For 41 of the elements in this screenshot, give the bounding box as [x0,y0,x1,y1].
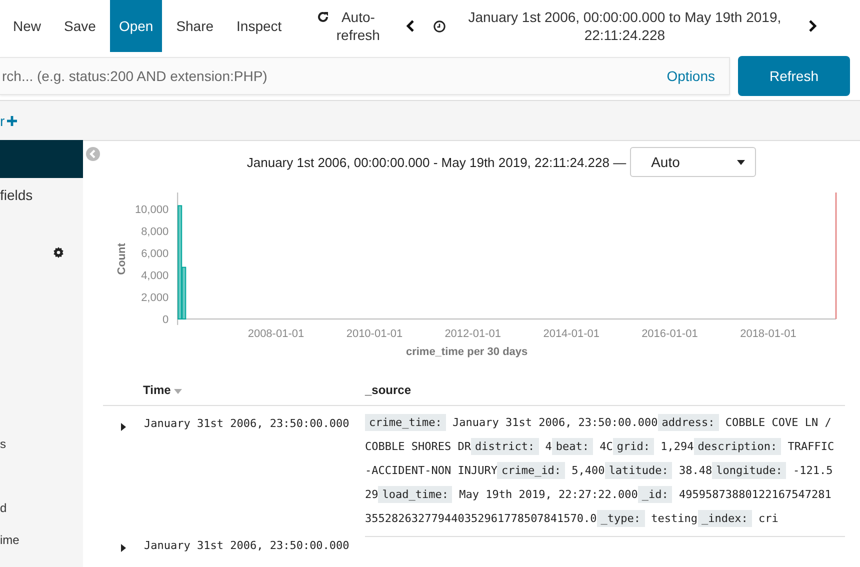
x-axis-title: crime_time per 30 days [406,346,528,358]
date-range-text: January 1st 2006, 00:00:00.000 - May 19th 2019, 22:11:24.228 — [246,154,626,170]
table-cell: crime_time: January 31st 2006, 23:50:00.000 address: COBBLE COVE LN / COBBLE SHORES DR district: 4 beat: 4C grid: 1,294 description: TRAFFIC-ACCIDENT-NON INJURY crime_id: 5,400 latitude: 38.48 longitude: -121.529 load_time: May 19th 2019, 22:27:22.000 _id: 49595873880122167547281355282632779440352961778507841570.0 _type: testing _index: cri [365,406,845,536]
y-tick-label: 10,000 [134,204,169,216]
table-cell: January 31st 2006, 23:50:00.000 [143,406,365,536]
refresh-button[interactable]: Refresh [738,56,850,96]
y-tick-label: 0 [162,314,169,326]
add-filter-link[interactable]: r [0,112,5,128]
x-tick-label: 2016-01-01 [642,328,698,340]
field-name[interactable]: s [0,437,83,451]
y-tick-label: 2,000 [141,292,169,304]
refresh-icon [316,11,329,23]
search-field[interactable]: rch... (e.g. status:200 AND extension:PHP) Options [0,57,730,95]
time-range-button[interactable]: January 1st 2006, 00:00:00.000 to May 19th 2019, 22:11:24.228 [450,8,800,44]
expand-icon[interactable] [120,423,126,431]
x-tick-label: 2008-01-01 [248,328,304,340]
y-axis-title: Count [116,243,128,275]
x-tick-label: 2014-01-01 [543,328,600,340]
y-tick-label: 6,000 [141,248,169,260]
chevron-left-icon[interactable] [404,19,415,33]
settings-icon[interactable] [53,247,64,258]
y-tick-label: 4,000 [141,270,169,282]
options-link[interactable]: Options [666,68,715,84]
auto-refresh-button[interactable]: Auto-refresh [316,8,385,44]
field-name[interactable]: d [0,501,83,515]
table-cell: January 31st 2006, 23:50:00.000 [143,536,365,558]
plus-icon[interactable] [6,116,17,126]
column-header[interactable]: _source [365,383,412,397]
expand-icon[interactable] [120,544,126,552]
caret-icon [737,160,746,164]
chevron-right-icon[interactable] [808,19,818,33]
column-header[interactable]: Time [143,379,365,406]
clock-icon[interactable] [432,20,446,32]
fields-label: fields [0,187,34,203]
field-name[interactable]: ime [0,533,83,547]
x-tick-label: 2018-01-01 [740,328,796,340]
interval-select[interactable]: Auto [630,147,756,177]
x-tick-label: 2012-01-01 [444,328,501,340]
x-tick-label: 2010-01-01 [346,328,403,340]
nav-menu-item[interactable]: Open [110,0,162,52]
y-tick-label: 8,000 [141,226,169,238]
